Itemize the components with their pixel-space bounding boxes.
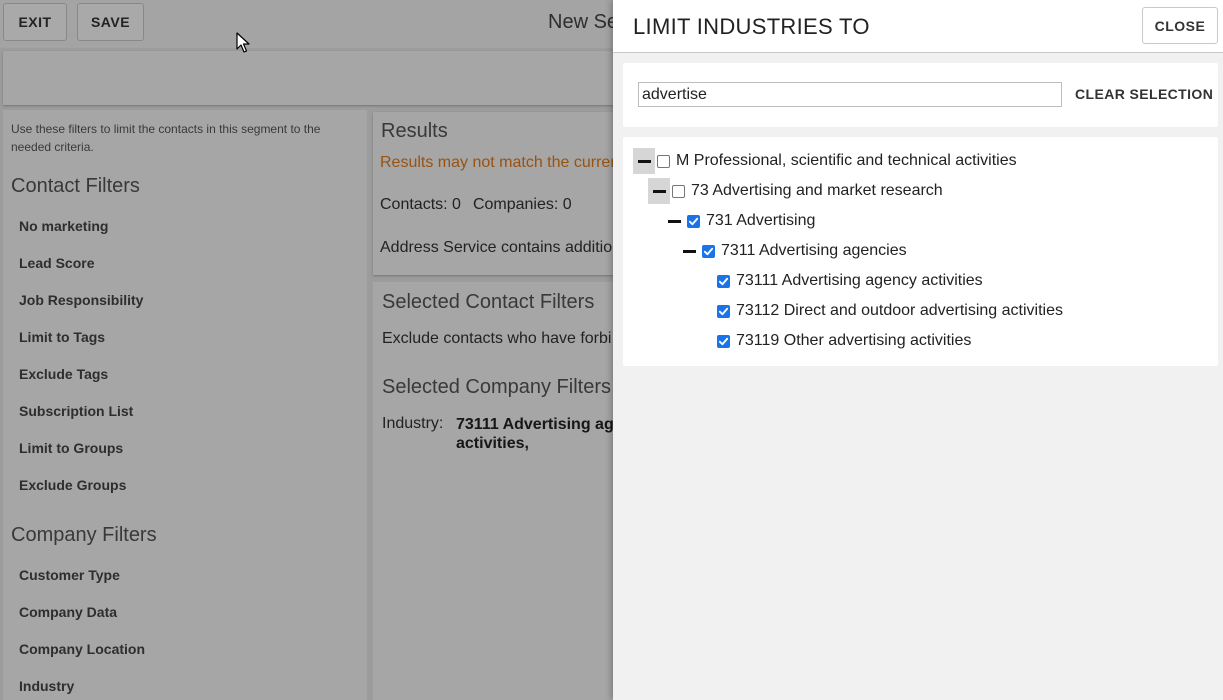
limit-industries-drawer: LIMIT INDUSTRIES TO CLOSE CLEAR SELECTIO… xyxy=(613,0,1223,700)
tree-node-checkbox[interactable] xyxy=(657,154,670,168)
drawer-title: LIMIT INDUSTRIES TO xyxy=(633,14,870,39)
drawer-header: LIMIT INDUSTRIES TO CLOSE xyxy=(613,0,1223,53)
minus-icon xyxy=(652,189,666,193)
industry-tree: M Professional, scientific and technical… xyxy=(623,137,1218,366)
checkmark-icon xyxy=(718,307,729,315)
tree-node-label[interactable]: 73112 Direct and outdoor advertising act… xyxy=(736,302,1063,320)
tree-node-5: 73112 Direct and outdoor advertising act… xyxy=(693,298,1063,324)
minus-icon xyxy=(637,159,651,163)
tree-node-label[interactable]: M Professional, scientific and technical… xyxy=(676,152,1017,170)
tree-node-4: 73111 Advertising agency activities xyxy=(693,268,983,294)
collapse-toggle-icon[interactable] xyxy=(663,208,685,234)
toggle-spacer xyxy=(693,268,715,294)
tree-node-label[interactable]: 73 Advertising and market research xyxy=(691,182,943,200)
checkmark-icon xyxy=(688,217,699,225)
tree-node-0: M Professional, scientific and technical… xyxy=(633,148,1017,174)
search-card: CLEAR SELECTION xyxy=(623,63,1218,127)
tree-node-checkbox[interactable] xyxy=(717,334,730,348)
tree-node-checkbox[interactable] xyxy=(687,214,700,228)
clear-selection-button[interactable]: CLEAR SELECTION xyxy=(1075,86,1213,102)
tree-node-label[interactable]: 7311 Advertising agencies xyxy=(721,242,907,260)
minus-icon xyxy=(682,249,696,253)
industry-search-input[interactable] xyxy=(638,82,1062,107)
toggle-spacer xyxy=(693,298,715,324)
close-button[interactable]: CLOSE xyxy=(1142,7,1218,44)
tree-node-checkbox[interactable] xyxy=(717,274,730,288)
minus-icon xyxy=(667,219,681,223)
collapse-toggle-icon[interactable] xyxy=(648,178,670,204)
mouse-cursor-icon xyxy=(236,32,250,53)
tree-node-3: 7311 Advertising agencies xyxy=(678,238,907,264)
tree-node-2: 731 Advertising xyxy=(663,208,815,234)
modal-backdrop[interactable] xyxy=(0,0,613,700)
toggle-spacer xyxy=(693,328,715,354)
tree-node-checkbox[interactable] xyxy=(672,184,685,198)
tree-node-label[interactable]: 73111 Advertising agency activities xyxy=(736,272,983,290)
tree-node-checkbox[interactable] xyxy=(702,244,715,258)
collapse-toggle-icon[interactable] xyxy=(678,238,700,264)
tree-node-6: 73119 Other advertising activities xyxy=(693,328,971,354)
checkmark-icon xyxy=(718,337,729,345)
tree-node-label[interactable]: 731 Advertising xyxy=(706,212,815,230)
checkmark-icon xyxy=(703,247,714,255)
tree-node-label[interactable]: 73119 Other advertising activities xyxy=(736,332,971,350)
collapse-toggle-icon[interactable] xyxy=(633,148,655,174)
tree-node-checkbox[interactable] xyxy=(717,304,730,318)
checkmark-icon xyxy=(718,277,729,285)
tree-node-1: 73 Advertising and market research xyxy=(648,178,943,204)
